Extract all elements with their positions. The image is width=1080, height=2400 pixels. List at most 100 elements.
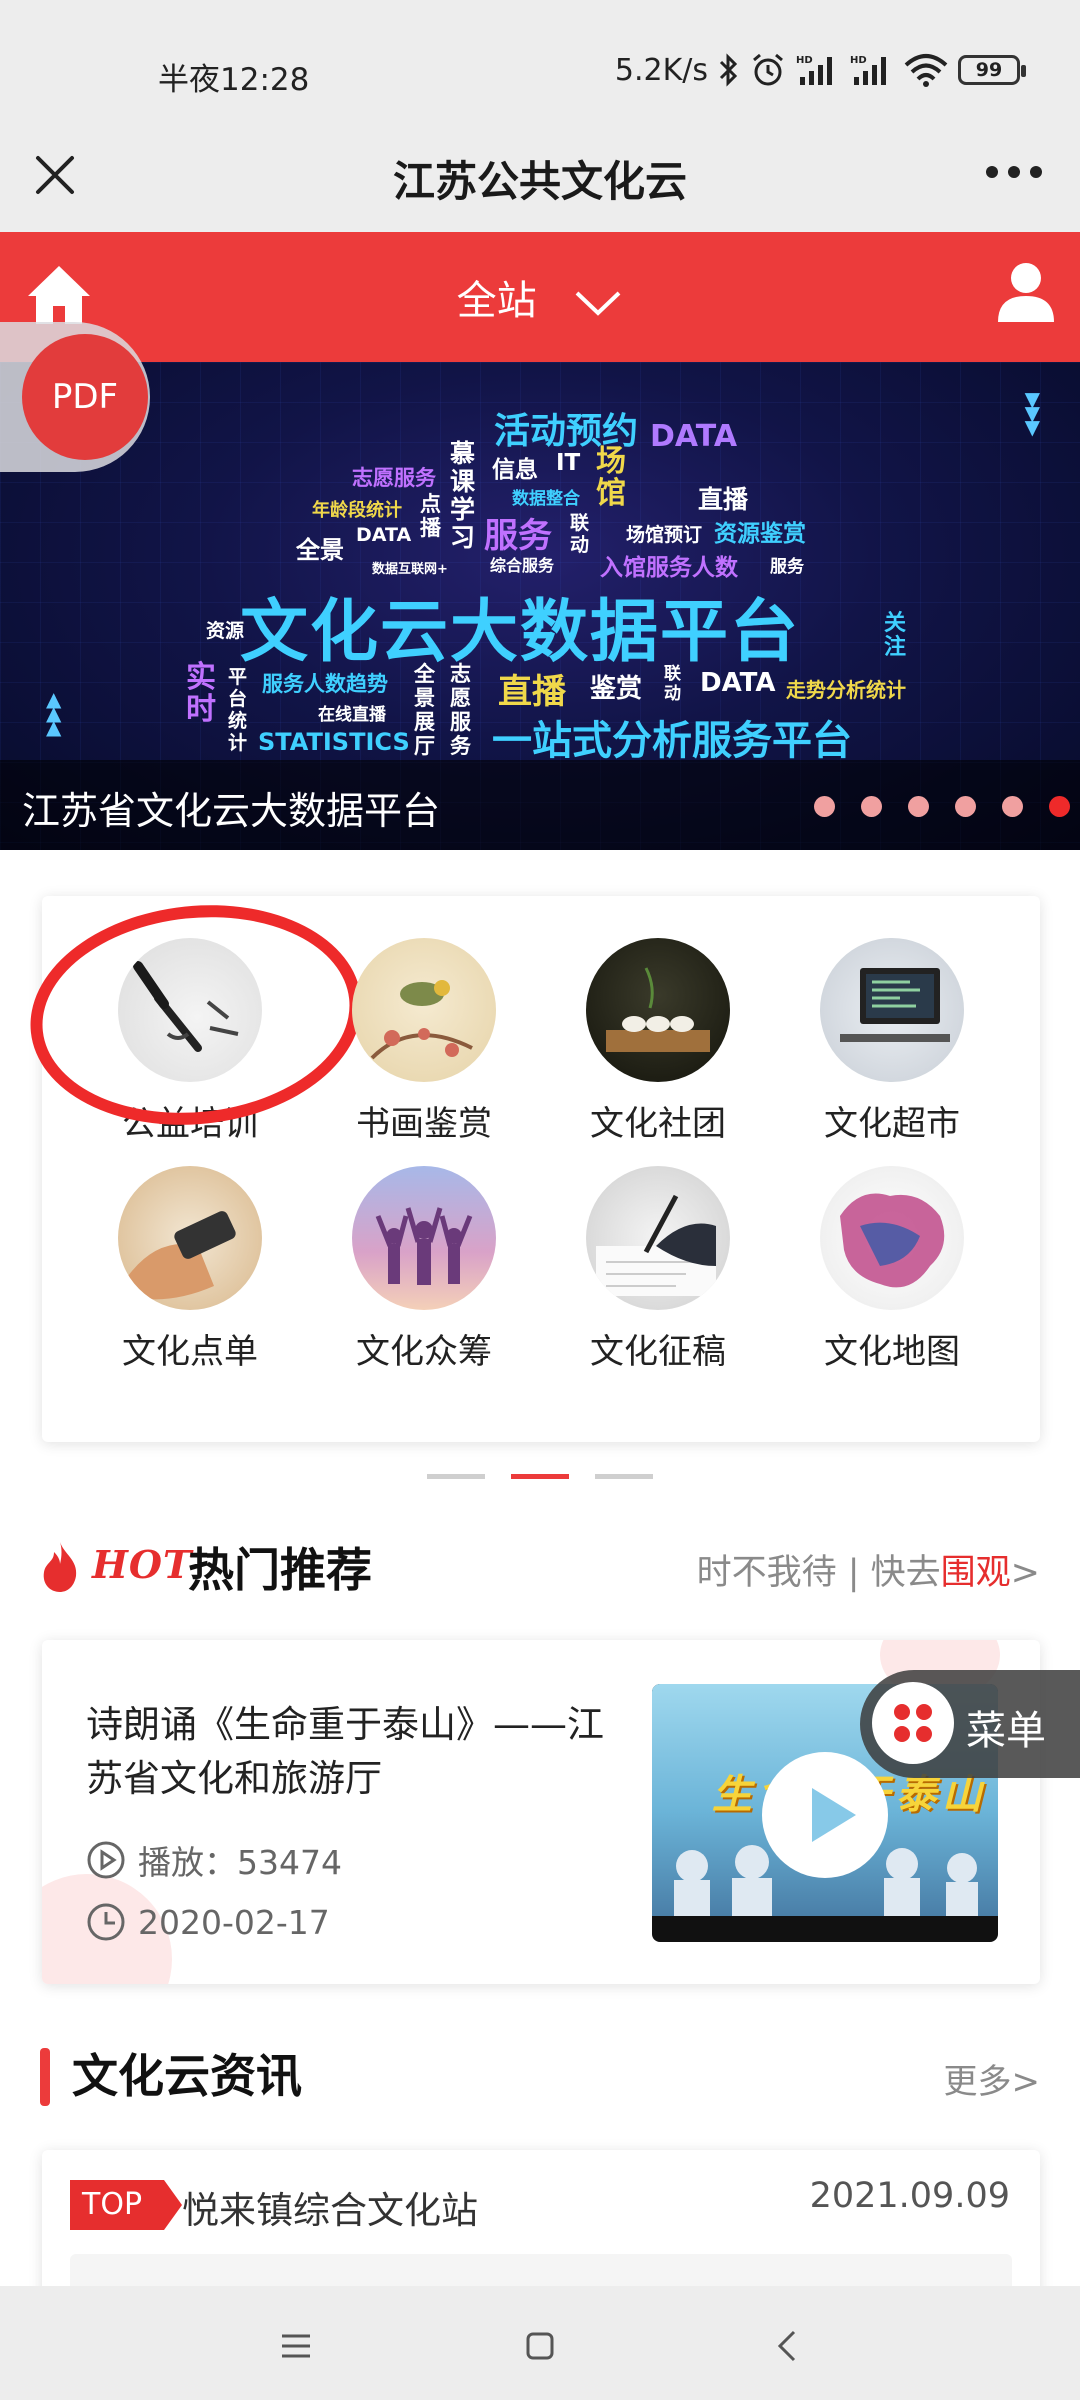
category-painting-appreciation[interactable]: 书画鉴赏 bbox=[324, 938, 524, 1145]
hot-item-title: 诗朗诵《生命重于泰山》——江苏省文化和旅游厅 bbox=[86, 1703, 604, 1800]
banner-dot[interactable] bbox=[814, 796, 835, 817]
category-cultural-supermarket[interactable]: 文化超市 bbox=[792, 938, 992, 1145]
category-label: 文化社团 bbox=[590, 1104, 726, 1144]
banner-dot-active[interactable] bbox=[1049, 796, 1070, 817]
news-item-title: 悦来镇综合文化站 bbox=[182, 2189, 478, 2232]
category-cultural-order[interactable]: 文化点单 bbox=[90, 1166, 290, 1373]
site-selector[interactable]: 全站 bbox=[0, 268, 1080, 326]
highlight-circle-annotation bbox=[19, 889, 373, 1141]
more-icon[interactable] bbox=[986, 160, 1042, 184]
banner-word: 联动 bbox=[570, 512, 590, 556]
banner-word: 资源鉴赏 bbox=[714, 521, 806, 547]
category-label: 文化众筹 bbox=[356, 1332, 492, 1372]
hot-item-date-text: 2020-02-17 bbox=[138, 1902, 330, 1942]
news-section-header: 文化云资讯 更多> bbox=[40, 2040, 1040, 2110]
category-grid: 公益培训 书画鉴赏 文化社团 文化超市 文化点单 文化众筹 文化征稿 文化地图 bbox=[19, 889, 1040, 1442]
banner-word: 直播 bbox=[698, 485, 749, 514]
home-square-icon[interactable] bbox=[510, 2316, 570, 2376]
banner-dot[interactable] bbox=[908, 796, 929, 817]
banner-word: 场馆 bbox=[596, 444, 626, 511]
banner-carousel[interactable]: ▼▼▼ ▲▲▲ 活动预约 志愿服务 慕课学习 信息 IT 场馆 DATA 直播 … bbox=[0, 362, 1080, 850]
computer-desk-image bbox=[820, 938, 964, 1082]
banner-caption-bar: 江苏省文化云大数据平台 bbox=[0, 760, 1080, 850]
banner-word: 数据整合 bbox=[512, 489, 580, 509]
tea-set-image bbox=[586, 938, 730, 1082]
status-time: 半夜12:28 bbox=[158, 62, 310, 98]
category-label: 文化超市 bbox=[824, 1104, 960, 1144]
floating-menu-label: 菜单 bbox=[966, 1708, 1046, 1754]
category-cultural-map[interactable]: 文化地图 bbox=[792, 1166, 992, 1373]
banner-word: 服务人数趋势 bbox=[262, 672, 388, 696]
category-crowdfunding[interactable]: 文化众筹 bbox=[324, 1166, 524, 1373]
banner-word: 数据互联网+ bbox=[372, 562, 448, 577]
hot-more-suffix: > bbox=[1010, 1553, 1040, 1593]
hd-signal-icon: HD bbox=[796, 55, 832, 85]
hot-more-link[interactable]: 时不我待 | 快去围观> bbox=[697, 1544, 1040, 1595]
svg-text:HD: HD bbox=[796, 55, 813, 66]
network-speed: 5.2K/s bbox=[614, 52, 708, 88]
top-tag: TOP bbox=[70, 2180, 182, 2230]
news-more-link[interactable]: 更多> bbox=[944, 2054, 1041, 2103]
banner-word: 点播 bbox=[420, 492, 441, 540]
banner-word: 慕课学习 bbox=[450, 439, 476, 552]
banner-arrow-decoration: ▲ ▲ ▲ bbox=[46, 687, 62, 739]
banner-dot[interactable] bbox=[955, 796, 976, 817]
people-celebrating-image bbox=[352, 1166, 496, 1310]
news-section-title: 文化云资讯 bbox=[72, 2049, 302, 2103]
banner-word: 志愿服务 bbox=[450, 662, 471, 758]
floating-menu[interactable]: 菜单 bbox=[860, 1670, 1080, 1778]
hot-item-date: 2020-02-17 bbox=[86, 1902, 330, 1942]
pdf-button[interactable]: PDF bbox=[22, 334, 148, 460]
banner-word: 信息 bbox=[492, 457, 538, 483]
category-submissions[interactable]: 文化征稿 bbox=[558, 1166, 758, 1373]
banner-word: 直播 bbox=[498, 672, 566, 712]
banner-dot[interactable] bbox=[1002, 796, 1023, 817]
banner-word: DATA bbox=[356, 524, 412, 546]
user-icon[interactable] bbox=[996, 260, 1056, 324]
banner-word: 鉴赏 bbox=[590, 674, 643, 704]
category-pager bbox=[0, 1474, 1080, 1479]
banner-dot[interactable] bbox=[861, 796, 882, 817]
banner-word: IT bbox=[556, 450, 581, 476]
category-label: 书画鉴赏 bbox=[356, 1104, 492, 1144]
banner-word: 资源 bbox=[206, 620, 245, 642]
menu-icon[interactable] bbox=[266, 2316, 326, 2376]
play-button[interactable] bbox=[762, 1752, 888, 1878]
hot-item-plays: 播放：53474 bbox=[86, 1836, 342, 1884]
pager-dot[interactable] bbox=[595, 1474, 653, 1479]
banner-word: 全景 bbox=[296, 536, 344, 564]
site-selector-label: 全站 bbox=[456, 278, 537, 324]
bluetooth-icon bbox=[719, 53, 738, 87]
banner-headline: 文化云大数据平台 bbox=[240, 593, 801, 672]
banner-word: STATISTICS bbox=[258, 728, 410, 756]
category-label: 文化地图 bbox=[824, 1332, 960, 1372]
alarm-icon bbox=[753, 53, 783, 86]
title-bar: 江苏公共文化云 bbox=[0, 130, 1080, 232]
hd-signal-icon: HD bbox=[850, 55, 886, 85]
hot-badge: HOT bbox=[92, 1542, 193, 1587]
site-header: 全站 bbox=[0, 232, 1080, 362]
status-indicators: 5.2K/s HD HD 99 bbox=[614, 50, 1026, 90]
banner-word: 场馆预订 bbox=[626, 524, 703, 546]
writing-hand-image bbox=[586, 1166, 730, 1310]
banner-word: DATA bbox=[650, 422, 737, 452]
banner-word: 实时 bbox=[186, 660, 216, 727]
banner-word: 平台统计 bbox=[228, 666, 248, 754]
bird-painting-image bbox=[352, 938, 496, 1082]
back-icon[interactable] bbox=[758, 2316, 818, 2376]
pager-dot-active[interactable] bbox=[511, 1474, 569, 1479]
banner-word: DATA bbox=[700, 668, 776, 698]
banner-word: 服务 bbox=[484, 516, 552, 556]
banner-word: 在线直播 bbox=[318, 705, 386, 725]
svg-text:HD: HD bbox=[850, 55, 867, 66]
banner-caption: 江苏省文化云大数据平台 bbox=[22, 789, 441, 833]
category-cultural-clubs[interactable]: 文化社团 bbox=[558, 938, 758, 1145]
hot-more-accent: 围观 bbox=[940, 1553, 1011, 1593]
battery-icon: 99 bbox=[958, 55, 1026, 85]
banner-indicator bbox=[814, 796, 1070, 817]
hot-section-title: 热门推荐 bbox=[188, 1543, 372, 1597]
phone-hand-image bbox=[118, 1166, 262, 1310]
wifi-icon bbox=[904, 54, 948, 87]
news-item-date: 2021.09.09 bbox=[809, 2176, 1010, 2216]
pager-dot[interactable] bbox=[427, 1474, 485, 1479]
